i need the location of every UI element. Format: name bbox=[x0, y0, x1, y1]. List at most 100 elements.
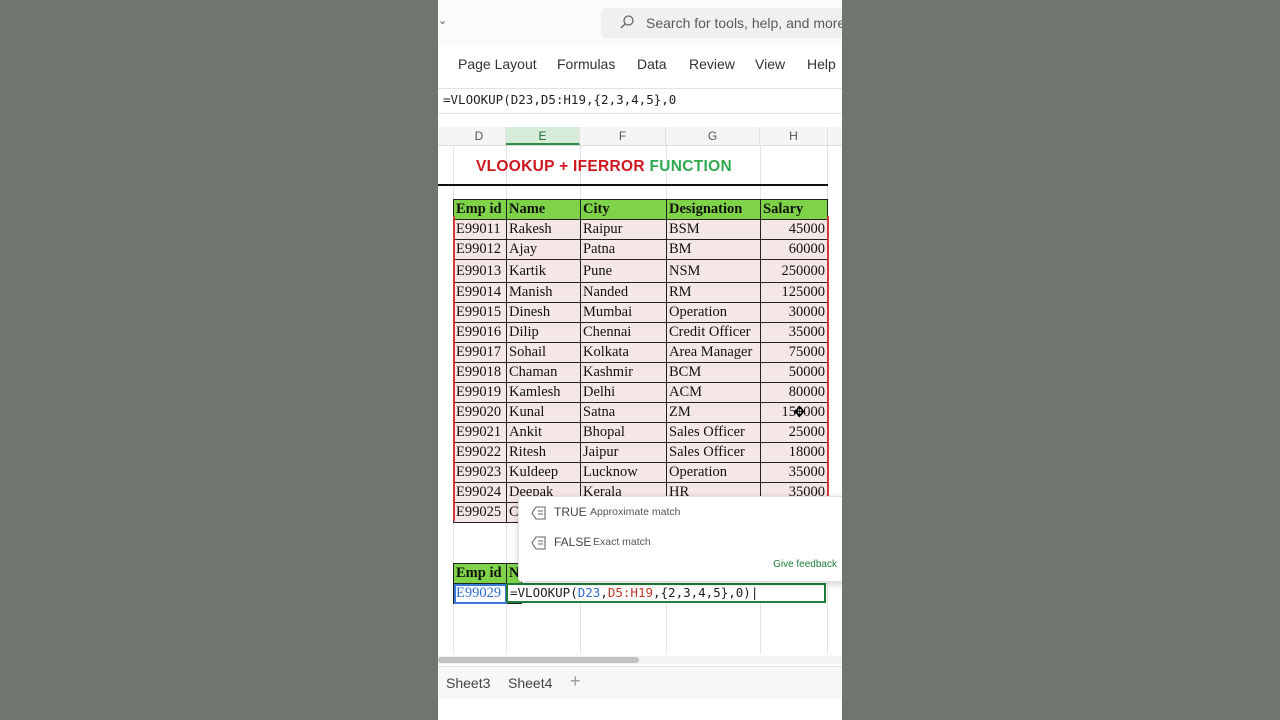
name-cell[interactable]: Ajay bbox=[506, 239, 581, 260]
city-cell[interactable]: Pune bbox=[580, 259, 667, 283]
column-header-e[interactable]: E bbox=[506, 127, 580, 145]
designation-cell[interactable]: Credit Officer bbox=[666, 322, 761, 343]
salary-cell[interactable]: 75000 bbox=[760, 342, 828, 363]
search-box[interactable]: Search for tools, help, and more bbox=[601, 8, 842, 38]
emp-id-cell[interactable]: E99020 bbox=[453, 402, 507, 423]
lookup-header-emp-id[interactable]: Emp id bbox=[453, 563, 507, 584]
formula-bar-text[interactable]: =VLOOKUP(D23,D5:H19,{2,3,4,5},0 bbox=[443, 92, 676, 107]
salary-cell[interactable]: 30000 bbox=[760, 302, 828, 323]
salary-cell[interactable]: 60000 bbox=[760, 239, 828, 260]
sheet-tab-sheet4[interactable]: Sheet4 bbox=[508, 675, 552, 691]
salary-cell[interactable]: 125000 bbox=[760, 282, 828, 303]
formula-bar[interactable]: =VLOOKUP(D23,D5:H19,{2,3,4,5},0 bbox=[438, 88, 842, 114]
emp-id-cell[interactable]: E99016 bbox=[453, 322, 507, 343]
emp-id-cell[interactable]: E99023 bbox=[453, 462, 507, 483]
name-cell[interactable]: Kunal bbox=[506, 402, 581, 423]
emp-id-cell[interactable]: E99025 bbox=[453, 502, 507, 523]
city-cell[interactable]: Nanded bbox=[580, 282, 667, 303]
emp-id-cell[interactable]: E99012 bbox=[453, 239, 507, 260]
name-cell[interactable]: Dinesh bbox=[506, 302, 581, 323]
salary-cell[interactable]: 45000 bbox=[760, 219, 828, 240]
scrollbar-thumb[interactable] bbox=[438, 657, 639, 663]
lookup-emp-id-cell[interactable]: E99029 bbox=[453, 583, 507, 604]
name-cell[interactable]: Sohail bbox=[506, 342, 581, 363]
designation-cell[interactable]: ACM bbox=[666, 382, 761, 403]
emp-id-cell[interactable]: E99015 bbox=[453, 302, 507, 323]
city-cell[interactable]: Raipur bbox=[580, 219, 667, 240]
autocomplete-option-true[interactable]: TRUE Approximate match bbox=[519, 499, 842, 527]
city-cell[interactable]: Delhi bbox=[580, 382, 667, 403]
tab-formulas[interactable]: Formulas bbox=[557, 56, 615, 72]
city-cell[interactable]: Jaipur bbox=[580, 442, 667, 463]
salary-cell[interactable]: 25000 bbox=[760, 422, 828, 443]
name-cell[interactable]: Ankit bbox=[506, 422, 581, 443]
salary-cell[interactable]: 250000 bbox=[760, 259, 828, 283]
designation-cell[interactable]: BCM bbox=[666, 362, 761, 383]
tab-page-layout[interactable]: Page Layout bbox=[458, 56, 537, 72]
salary-cell[interactable]: 18000 bbox=[760, 442, 828, 463]
name-cell[interactable]: Rakesh bbox=[506, 219, 581, 240]
give-feedback-link[interactable]: Give feedback bbox=[773, 559, 837, 570]
emp-id-cell[interactable]: E99011 bbox=[453, 219, 507, 240]
designation-cell[interactable]: NSM bbox=[666, 259, 761, 283]
salary-cell[interactable]: 35000 bbox=[760, 462, 828, 483]
designation-cell[interactable]: RM bbox=[666, 282, 761, 303]
designation-cell[interactable]: BM bbox=[666, 239, 761, 260]
add-sheet-button[interactable]: + bbox=[570, 671, 581, 692]
designation-cell[interactable]: Operation bbox=[666, 462, 761, 483]
autocomplete-option-false[interactable]: FALSE Exact match bbox=[519, 529, 842, 557]
city-cell[interactable]: Kashmir bbox=[580, 362, 667, 383]
emp-id-cell[interactable]: E99024 bbox=[453, 482, 507, 503]
designation-cell[interactable]: Operation bbox=[666, 302, 761, 323]
header-designation[interactable]: Designation bbox=[666, 199, 761, 220]
salary-cell[interactable]: 35000 bbox=[760, 322, 828, 343]
tab-data[interactable]: Data bbox=[637, 56, 667, 72]
tab-help[interactable]: Help bbox=[807, 56, 836, 72]
name-cell[interactable]: Ritesh bbox=[506, 442, 581, 463]
column-header-h[interactable]: H bbox=[760, 127, 828, 145]
city-cell[interactable]: Chennai bbox=[580, 322, 667, 343]
search-placeholder[interactable]: Search for tools, help, and more bbox=[646, 15, 842, 31]
emp-id-cell[interactable]: E99019 bbox=[453, 382, 507, 403]
emp-id-cell[interactable]: E99018 bbox=[453, 362, 507, 383]
emp-id-cell[interactable]: E99017 bbox=[453, 342, 507, 363]
name-cell[interactable]: Chaman bbox=[506, 362, 581, 383]
header-emp-id[interactable]: Emp id bbox=[453, 199, 507, 220]
tab-view[interactable]: View bbox=[755, 56, 785, 72]
designation-cell[interactable]: ZM bbox=[666, 402, 761, 423]
emp-id-cell[interactable]: E99014 bbox=[453, 282, 507, 303]
city-cell[interactable]: Kolkata bbox=[580, 342, 667, 363]
header-salary[interactable]: Salary bbox=[760, 199, 828, 220]
name-cell[interactable]: Dilip bbox=[506, 322, 581, 343]
salary-cell[interactable]: 80000 bbox=[760, 382, 828, 403]
city-cell[interactable]: Lucknow bbox=[580, 462, 667, 483]
employee-table[interactable]: Emp id Name City Designation Salary E990… bbox=[453, 199, 828, 523]
worksheet-grid[interactable]: VLOOKUP + IFERROR FUNCTION Emp id Name C… bbox=[438, 146, 842, 654]
emp-id-cell[interactable]: E99021 bbox=[453, 422, 507, 443]
sheet-tab-sheet3[interactable]: Sheet3 bbox=[446, 675, 490, 691]
designation-cell[interactable]: Sales Officer bbox=[666, 442, 761, 463]
column-header-f[interactable]: F bbox=[580, 127, 666, 145]
tab-review[interactable]: Review bbox=[689, 56, 735, 72]
formula-edit-cell[interactable]: =VLOOKUP(D23,D5:H19,{2,3,4,5},0)| bbox=[506, 583, 826, 603]
column-header-g[interactable]: G bbox=[666, 127, 760, 145]
header-name[interactable]: Name bbox=[506, 199, 581, 220]
salary-cell[interactable]: 50000 bbox=[760, 362, 828, 383]
designation-cell[interactable]: Sales Officer bbox=[666, 422, 761, 443]
city-cell[interactable]: Mumbai bbox=[580, 302, 667, 323]
column-header-d[interactable]: D bbox=[453, 127, 506, 145]
name-cell[interactable]: Kartik bbox=[506, 259, 581, 283]
city-cell[interactable]: Bhopal bbox=[580, 422, 667, 443]
emp-id-cell[interactable]: E99013 bbox=[453, 259, 507, 283]
name-cell[interactable]: Kamlesh bbox=[506, 382, 581, 403]
header-city[interactable]: City bbox=[580, 199, 667, 220]
emp-id-cell[interactable]: E99022 bbox=[453, 442, 507, 463]
city-cell[interactable]: Satna bbox=[580, 402, 667, 423]
name-cell[interactable]: Manish bbox=[506, 282, 581, 303]
designation-cell[interactable]: Area Manager bbox=[666, 342, 761, 363]
city-cell[interactable]: Patna bbox=[580, 239, 667, 260]
horizontal-scrollbar[interactable] bbox=[438, 656, 842, 664]
name-cell[interactable]: Kuldeep bbox=[506, 462, 581, 483]
designation-cell[interactable]: BSM bbox=[666, 219, 761, 240]
chevron-down-icon[interactable]: ⌄ bbox=[438, 14, 447, 27]
